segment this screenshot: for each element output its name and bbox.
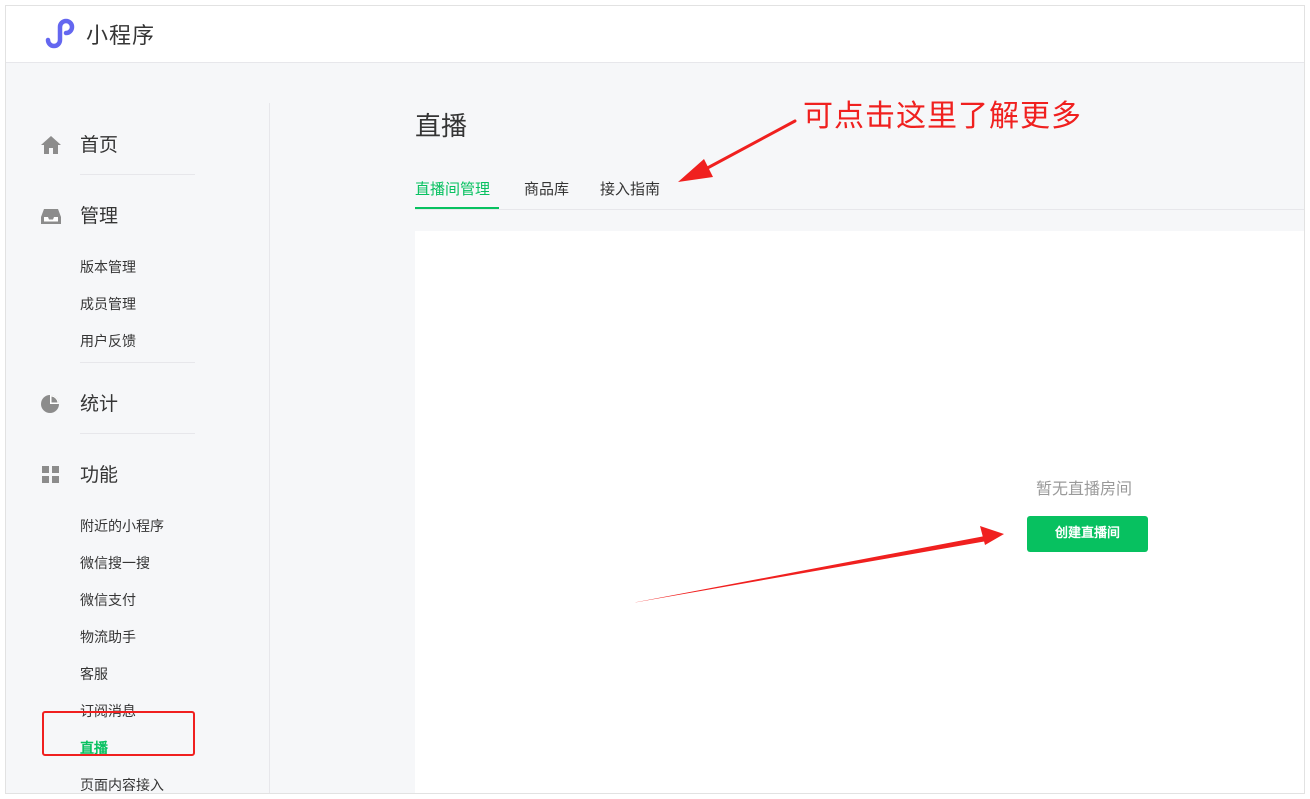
highlight-box bbox=[42, 711, 195, 756]
sidebar-item-page-content-access[interactable]: 页面内容接入 bbox=[80, 776, 164, 793]
sidebar-item-nearby-miniprogram[interactable]: 附近的小程序 bbox=[80, 517, 164, 537]
tab-product-library[interactable]: 商品库 bbox=[524, 178, 569, 200]
app-window: 小程序 首页 管理 版本管理 成员管理 用户反馈 统计 功能 附近的小程序 微信… bbox=[5, 5, 1305, 794]
tab-live-room-management[interactable]: 直播间管理 bbox=[415, 178, 490, 200]
sidebar-item-member-management[interactable]: 成员管理 bbox=[80, 295, 136, 315]
create-live-room-button[interactable]: 创建直播间 bbox=[1027, 516, 1148, 552]
sidebar-group-label: 首页 bbox=[80, 134, 119, 156]
sidebar-item-manage[interactable]: 管理 bbox=[40, 204, 200, 228]
sidebar-group-label: 统计 bbox=[80, 393, 119, 415]
sidebar-item-wechat-search[interactable]: 微信搜一搜 bbox=[80, 554, 150, 574]
sidebar-group-label: 管理 bbox=[80, 205, 119, 227]
sidebar-item-user-feedback[interactable]: 用户反馈 bbox=[80, 332, 136, 352]
tab-bar: 直播间管理 商品库 接入指南 bbox=[415, 176, 1304, 210]
sidebar-item-statistics[interactable]: 统计 bbox=[40, 392, 200, 416]
active-tab-indicator bbox=[415, 207, 499, 209]
home-icon bbox=[41, 136, 61, 154]
sidebar-item-features[interactable]: 功能 bbox=[40, 463, 200, 487]
page-title: 直播 bbox=[415, 112, 468, 142]
sidebar-item-wechat-pay[interactable]: 微信支付 bbox=[80, 591, 136, 611]
pie-chart-icon bbox=[41, 395, 59, 413]
divider bbox=[80, 362, 195, 363]
sidebar-group-label: 功能 bbox=[80, 464, 119, 486]
sidebar-divider bbox=[269, 103, 270, 793]
inbox-icon bbox=[41, 209, 61, 224]
miniprogram-logo-icon[interactable] bbox=[42, 16, 76, 50]
sidebar-item-logistics-assistant[interactable]: 物流助手 bbox=[80, 628, 136, 648]
top-bar: 小程序 bbox=[6, 6, 1304, 63]
grid-icon bbox=[42, 466, 59, 483]
divider bbox=[80, 174, 195, 175]
annotation-text: 可点击这里了解更多 bbox=[803, 99, 1082, 134]
sidebar-item-version-management[interactable]: 版本管理 bbox=[80, 258, 136, 278]
empty-state-text: 暂无直播房间 bbox=[1036, 479, 1133, 498]
app-title[interactable]: 小程序 bbox=[86, 18, 155, 50]
tab-access-guide[interactable]: 接入指南 bbox=[600, 178, 660, 200]
sidebar: 首页 管理 版本管理 成员管理 用户反馈 统计 功能 附近的小程序 微信搜一搜 … bbox=[6, 63, 270, 793]
content-panel: 暂无直播房间 创建直播间 bbox=[415, 231, 1304, 793]
divider bbox=[80, 433, 195, 434]
sidebar-item-customer-service[interactable]: 客服 bbox=[80, 665, 108, 685]
sidebar-item-home[interactable]: 首页 bbox=[40, 133, 200, 157]
